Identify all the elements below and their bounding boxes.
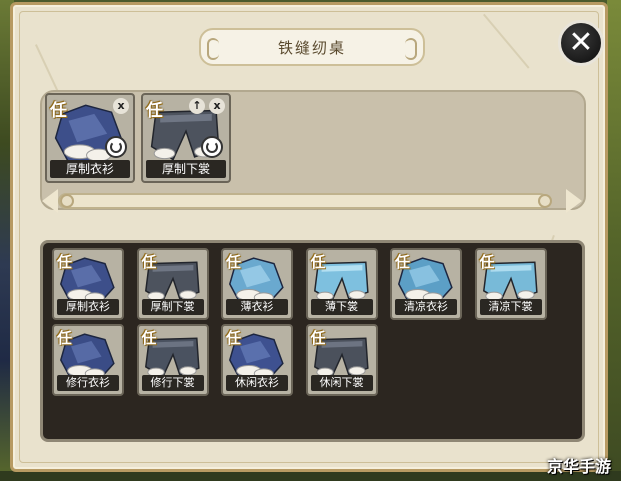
background-right bbox=[607, 0, 621, 481]
task-badge: 任 bbox=[310, 329, 326, 347]
task-badge: 任 bbox=[57, 329, 73, 347]
task-badge: 任 bbox=[141, 329, 157, 347]
bamboo-decor bbox=[483, 13, 530, 69]
inventory-item-card[interactable]: 任清凉下裳 bbox=[474, 248, 547, 320]
inventory-item-card[interactable]: 任薄衣衫 bbox=[221, 248, 293, 320]
item-name: 修行下裳 bbox=[141, 375, 204, 391]
task-badge: 任 bbox=[57, 253, 73, 271]
item-name: 休闲下裳 bbox=[310, 375, 373, 391]
inventory-item-card[interactable]: 任厚制衣衫 bbox=[52, 248, 124, 320]
inventory-item-card[interactable]: 任休闲衣衫 bbox=[221, 324, 293, 396]
scroll-right-arrow[interactable] bbox=[566, 189, 582, 213]
item-name: 厚制衣衫 bbox=[50, 160, 130, 178]
task-badge: 任 bbox=[395, 253, 411, 271]
remove-icon[interactable]: x bbox=[113, 98, 129, 114]
inventory-item-card[interactable]: 任修行下裳 bbox=[136, 324, 209, 396]
item-name: 清凉下裳 bbox=[479, 299, 542, 315]
close-icon: ✕ bbox=[568, 25, 594, 60]
scroll-left-arrow[interactable] bbox=[42, 189, 58, 213]
item-name: 休闲衣衫 bbox=[226, 375, 288, 391]
item-name: 厚制下裳 bbox=[141, 299, 204, 315]
close-button[interactable]: ✕ bbox=[558, 20, 604, 66]
inventory-item-card[interactable]: 任休闲下裳 bbox=[305, 324, 378, 396]
task-badge: 任 bbox=[141, 253, 157, 271]
item-name: 修行衣衫 bbox=[57, 375, 119, 391]
remove-icon[interactable]: x bbox=[209, 98, 225, 114]
inventory-item-card[interactable]: 任薄下裳 bbox=[305, 248, 378, 320]
title-plaque: 铁缝纫桌 bbox=[199, 28, 425, 66]
task-badge: 任 bbox=[50, 101, 67, 121]
item-name: 薄衣衫 bbox=[226, 299, 288, 315]
task-badge: 任 bbox=[479, 253, 495, 271]
task-badge: 任 bbox=[146, 101, 163, 121]
tray-scrollbar[interactable] bbox=[58, 193, 548, 209]
selected-item-card[interactable]: 任 x 厚制衣衫 bbox=[45, 93, 135, 183]
background-bottom bbox=[0, 471, 621, 481]
scrollbar-knob-left[interactable] bbox=[60, 194, 74, 208]
selected-item-card[interactable]: 任 ↑ x 厚制下裳 bbox=[141, 93, 231, 183]
task-badge: 任 bbox=[226, 253, 242, 271]
inventory-item-card[interactable]: 任厚制下裳 bbox=[136, 248, 209, 320]
item-name: 薄下裳 bbox=[310, 299, 373, 315]
item-name: 厚制下裳 bbox=[146, 160, 226, 178]
upgrade-icon[interactable]: ↑ bbox=[189, 98, 205, 114]
task-badge: 任 bbox=[310, 253, 326, 271]
inventory-item-card[interactable]: 任清凉衣衫 bbox=[390, 248, 462, 320]
inventory-item-card[interactable]: 任修行衣衫 bbox=[52, 324, 124, 396]
swap-icon[interactable] bbox=[201, 136, 223, 158]
task-badge: 任 bbox=[226, 329, 242, 347]
item-name: 清凉衣衫 bbox=[395, 299, 457, 315]
scrollbar-knob-right[interactable] bbox=[538, 194, 552, 208]
swap-icon[interactable] bbox=[105, 136, 127, 158]
watermark: 京华手游 bbox=[546, 457, 611, 476]
item-name: 厚制衣衫 bbox=[57, 299, 119, 315]
page-title: 铁缝纫桌 bbox=[277, 38, 346, 57]
